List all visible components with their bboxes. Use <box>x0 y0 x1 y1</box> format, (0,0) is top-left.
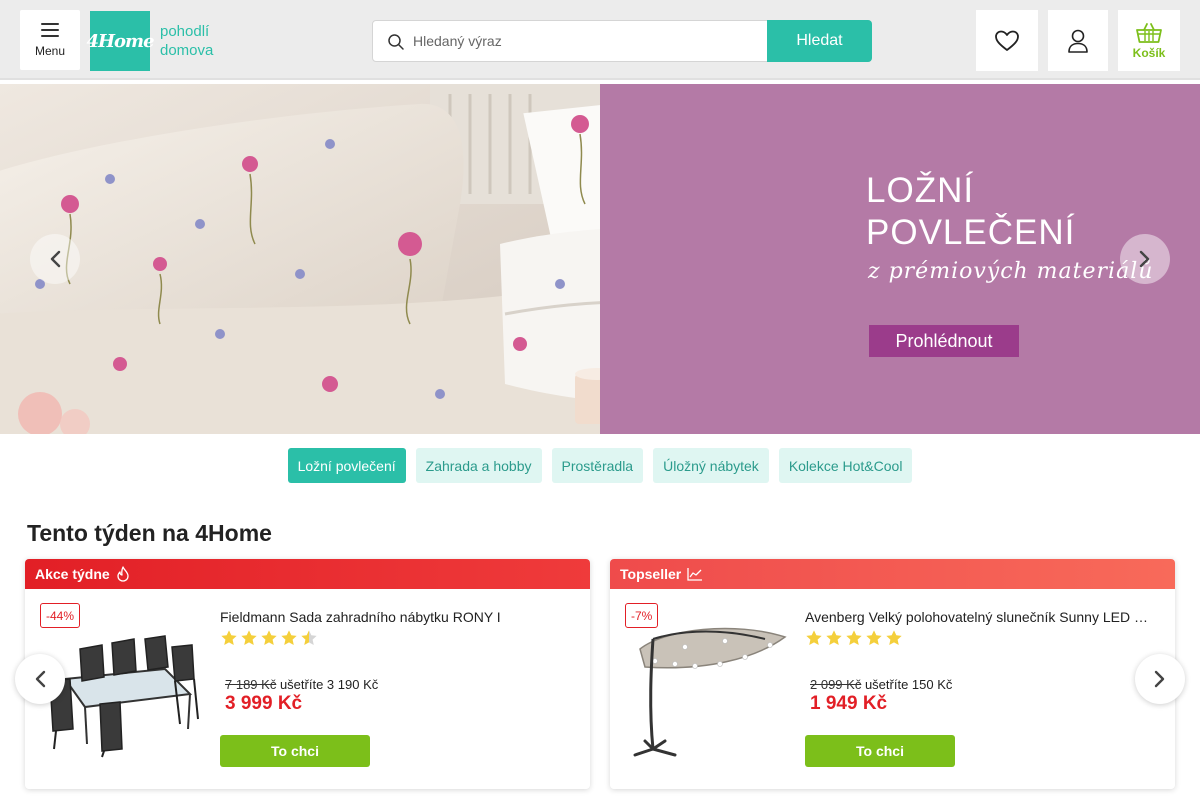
price-old: 2 099 Kč ušetříte 150 Kč <box>810 677 952 692</box>
rating-stars <box>220 629 318 647</box>
product-image <box>633 627 787 757</box>
search-bar: Hledat <box>372 20 872 62</box>
discount-badge: -44% <box>40 603 81 628</box>
banner-next-button[interactable] <box>1120 234 1170 284</box>
star-icon <box>261 630 277 646</box>
star-icon <box>806 630 822 646</box>
carousel-prev-button[interactable] <box>15 654 65 704</box>
card-header-label: Topseller <box>620 566 682 582</box>
cart-label: Košík <box>1132 45 1166 60</box>
chevron-right-icon <box>1139 250 1150 268</box>
chevron-left-icon <box>35 670 46 688</box>
fire-icon <box>117 566 129 582</box>
product-image <box>49 635 199 758</box>
half-star-icon <box>301 630 317 646</box>
buy-button[interactable]: To chci <box>805 735 955 767</box>
cart-button[interactable]: Košík <box>1118 10 1180 71</box>
category-chip[interactable]: Úložný nábytek <box>653 448 769 483</box>
product-card: Topseller -7% Avenberg Velký polohovatel… <box>610 559 1175 789</box>
search-button[interactable]: Hledat <box>767 20 872 62</box>
buy-button[interactable]: To chci <box>220 735 370 767</box>
banner-title-line-1: LOŽNÍ <box>866 171 975 210</box>
card-header: Topseller <box>610 559 1175 589</box>
account-button[interactable] <box>1048 10 1108 71</box>
search-icon <box>388 34 404 50</box>
current-price: 1 949 Kč <box>810 693 888 714</box>
tagline-line-2: domova <box>160 42 214 59</box>
wishlist-button[interactable] <box>976 10 1038 71</box>
product-card: Akce týdne -44% Fieldmann Sada zahradníh… <box>25 559 590 789</box>
basket-icon <box>1136 22 1162 43</box>
rating-stars <box>805 629 903 647</box>
original-price: 7 189 Kč <box>225 677 277 692</box>
original-price: 2 099 Kč <box>810 677 862 692</box>
tagline-line-1: pohodlí <box>160 23 210 40</box>
search-input[interactable] <box>413 29 753 53</box>
chevron-right-icon <box>1154 670 1165 688</box>
current-price: 3 999 Kč <box>225 693 303 714</box>
banner-prev-button[interactable] <box>30 234 80 284</box>
star-icon <box>221 630 237 646</box>
banner-title-line-2: POVLEČENÍ <box>866 213 1076 252</box>
price-old: 7 189 Kč ušetříte 3 190 Kč <box>225 677 378 692</box>
category-chip[interactable]: Prostěradla <box>551 448 644 483</box>
site-header: Menu 4Home pohodlí domova Hledat Košík <box>0 0 1200 80</box>
heart-icon <box>995 30 1019 51</box>
menu-label: Menu <box>34 43 66 58</box>
banner-subtitle: z prémiových materiálů <box>868 259 1154 284</box>
logo[interactable]: 4Home <box>86 11 155 71</box>
star-icon <box>826 630 842 646</box>
section-title: Tento týden na 4Home <box>27 520 272 546</box>
card-header: Akce týdne <box>25 559 590 589</box>
logo-text: 4Home <box>86 30 154 52</box>
savings-text: ušetříte 3 190 Kč <box>279 677 379 692</box>
category-chips: Ložní povlečení Zahrada a hobby Prostěra… <box>0 448 1200 483</box>
card-header-label: Akce týdne <box>35 566 110 582</box>
menu-button[interactable]: Menu <box>20 10 80 70</box>
product-name[interactable]: Fieldmann Sada zahradního nábytku RONY I <box>220 609 565 625</box>
category-chip[interactable]: Kolekce Hot&Cool <box>778 448 913 483</box>
star-icon <box>886 630 902 646</box>
star-icon <box>846 630 862 646</box>
star-icon <box>281 630 297 646</box>
discount-badge: -7% <box>625 603 659 628</box>
product-name[interactable]: Avenberg Velký polohovatelný slunečník S… <box>805 609 1150 625</box>
carousel-next-button[interactable] <box>1135 654 1185 704</box>
logo-tagline: pohodlí domova <box>160 22 213 60</box>
banner-title: LOŽNÍ POVLEČENÍ <box>866 170 1075 254</box>
star-icon <box>241 630 257 646</box>
chevron-left-icon <box>50 250 61 268</box>
user-icon <box>1068 29 1088 53</box>
trend-chart-icon <box>687 568 703 581</box>
category-chip[interactable]: Ložní povlečení <box>287 448 406 483</box>
savings-text: ušetříte 150 Kč <box>864 677 953 692</box>
hero-banner[interactable]: LOŽNÍ POVLEČENÍ z prémiových materiálů P… <box>0 84 1200 434</box>
category-chip[interactable]: Zahrada a hobby <box>415 448 542 483</box>
hamburger-icon <box>41 22 59 37</box>
banner-cta-button[interactable]: Prohlédnout <box>869 325 1019 357</box>
star-icon <box>866 630 882 646</box>
